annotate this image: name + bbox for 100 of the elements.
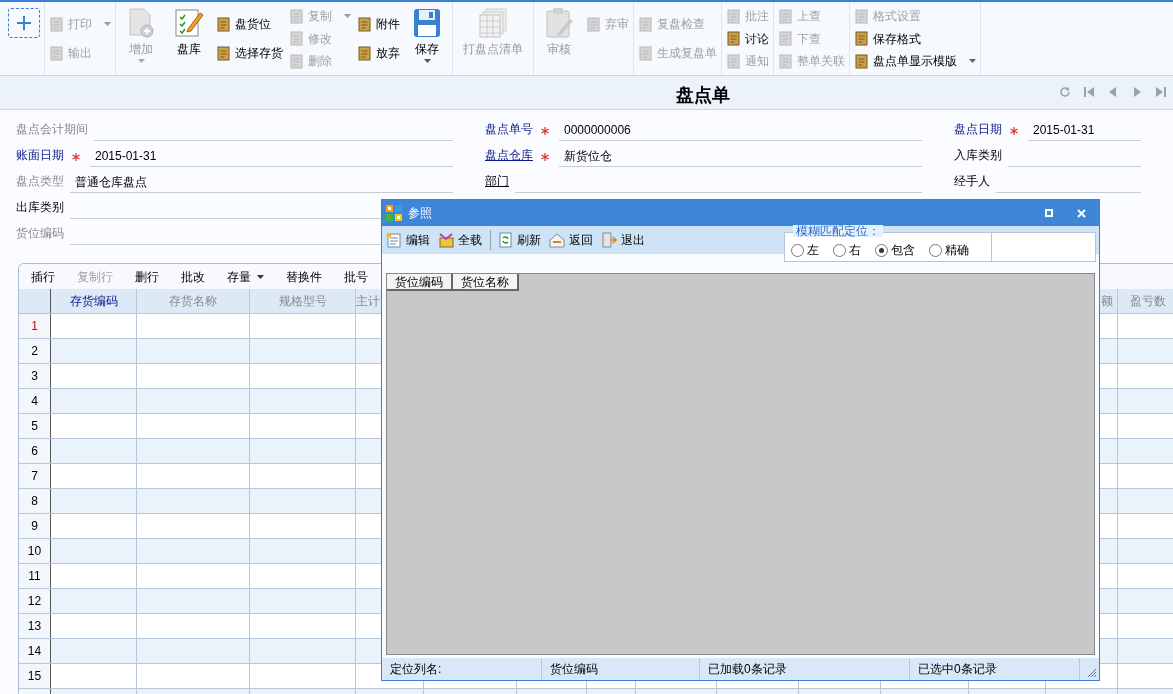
dialog-tool-button[interactable]: 刷新 (497, 231, 541, 249)
row-number: 15 (19, 664, 51, 688)
field-label: 入库类别 (954, 147, 1003, 164)
document-icon (778, 53, 793, 69)
grid-tool-button[interactable]: 插行 (31, 267, 55, 286)
grid-tool-button[interactable]: 批改 (181, 267, 205, 286)
row-number: 2 (19, 339, 51, 363)
status-text: 定位列名: (382, 658, 542, 680)
field-label: 出库类别 (16, 199, 65, 216)
radio-button[interactable] (791, 243, 804, 257)
field-label: 盘点会计期间 (16, 121, 89, 138)
required-asterisk-icon (72, 153, 80, 161)
close-icon (1076, 208, 1086, 218)
grid-tool-button[interactable]: 批号 (344, 267, 368, 286)
toolbar-button[interactable]: 盘库 (168, 2, 210, 75)
basket-icon (438, 232, 454, 248)
required-asterisk-icon (541, 153, 549, 161)
status-text: 货位编码 (542, 658, 700, 680)
document-icon (357, 16, 372, 32)
page-title: 盘点单 (676, 84, 730, 107)
toolbar-button[interactable]: 放弃 (357, 43, 400, 63)
match-legend: 模糊匹配定位： (793, 225, 883, 237)
resize-grip-icon[interactable] (1087, 668, 1097, 678)
radio-button[interactable] (833, 243, 846, 257)
document-icon (854, 53, 869, 69)
field-label: 货位编码 (16, 225, 65, 242)
field-label: 盘点类型 (16, 173, 65, 190)
field-label: 盘点单号 (485, 121, 534, 138)
document-icon (289, 8, 304, 24)
radio-button[interactable] (929, 243, 942, 257)
row-number: 12 (19, 589, 51, 613)
dialog-tool-button[interactable]: 全载 (438, 231, 482, 249)
document-icon (778, 8, 793, 24)
caret-icon[interactable] (257, 274, 264, 279)
caret-icon[interactable] (423, 59, 431, 63)
document-icon (386, 232, 402, 248)
input-field[interactable]: 0000000006 (559, 119, 922, 141)
dialog-tool-button[interactable]: 返回 (549, 231, 593, 249)
grid-logo-icon (386, 205, 402, 221)
last-page-icon[interactable] (1155, 86, 1167, 98)
dialog-tool-button[interactable]: 退出 (601, 231, 645, 249)
document-icon (778, 31, 793, 46)
row-number: 10 (19, 539, 51, 563)
checklist-icon (174, 7, 204, 39)
row-number: 4 (19, 389, 51, 413)
toolbar-button[interactable]: 保存格式 (854, 28, 976, 49)
document-icon (49, 45, 64, 61)
field-label: 经手人 (954, 173, 991, 190)
toolbar-button[interactable]: 选择存货 (216, 43, 283, 63)
toolbar-button[interactable]: 附件 (357, 14, 400, 34)
stacked-sheets-icon (478, 7, 508, 39)
list-column-header[interactable]: 货位编码 (387, 274, 453, 291)
document-icon (638, 45, 653, 61)
input-field[interactable]: 2015-01-31 (1028, 119, 1141, 141)
radio-option[interactable]: 右 (833, 241, 861, 259)
document-icon (586, 16, 601, 32)
exit-icon (601, 232, 617, 248)
row-number: 13 (19, 614, 51, 638)
list-column-header[interactable]: 货位名称 (453, 274, 519, 291)
row-number: 7 (19, 464, 51, 488)
refresh-icon[interactable] (1059, 86, 1071, 98)
previous-icon[interactable] (1107, 86, 1119, 98)
row-number: 3 (19, 364, 51, 388)
row-number: 8 (19, 489, 51, 513)
toolbar-button[interactable]: 讨论 (726, 28, 769, 49)
radio-option[interactable]: 左 (791, 241, 819, 259)
first-page-icon[interactable] (1083, 86, 1095, 98)
document-icon (726, 31, 741, 46)
document-icon (216, 45, 231, 61)
input-field[interactable]: 新货位仓 (559, 145, 922, 167)
refresh-icon (497, 232, 513, 248)
document-icon (357, 45, 372, 61)
grid-tool-button[interactable]: 替换件 (286, 267, 322, 286)
radio-option[interactable]: 包含 (875, 241, 915, 259)
radio-option[interactable]: 精确 (929, 241, 969, 259)
input-field[interactable]: 普通仓库盘点 (70, 171, 453, 193)
toolbar-button[interactable]: 盘货位 (216, 14, 283, 34)
field-label: 账面日期 (16, 147, 65, 164)
document-icon (638, 16, 653, 32)
required-asterisk-icon (1010, 127, 1018, 135)
row-number: 6 (19, 439, 51, 463)
grid-tool-button[interactable]: 删行 (135, 267, 159, 286)
radio-button[interactable] (875, 243, 888, 257)
document-icon (854, 8, 869, 24)
dialog-tool-button[interactable]: 编辑 (386, 231, 430, 249)
document-icon (49, 16, 64, 32)
field-label-link[interactable]: 盘点仓库 (485, 146, 535, 167)
status-text: 已选中0条记录 (910, 658, 1080, 680)
field-label-link[interactable]: 部门 (485, 172, 511, 193)
toolbar-button[interactable]: 保存 (406, 2, 448, 75)
add-button[interactable] (8, 8, 40, 38)
next-icon[interactable] (1131, 86, 1143, 98)
toolbar-button[interactable]: 盘点单显示模版 (854, 51, 976, 71)
caret-icon[interactable] (969, 59, 976, 63)
plus-icon (17, 16, 31, 30)
grid-tool-button[interactable]: 存量 (227, 267, 264, 286)
status-text: 已加载0条记录 (700, 658, 910, 680)
row-number: 9 (19, 514, 51, 538)
row-number: 14 (19, 639, 51, 663)
input-field[interactable]: 2015-01-31 (90, 145, 453, 167)
